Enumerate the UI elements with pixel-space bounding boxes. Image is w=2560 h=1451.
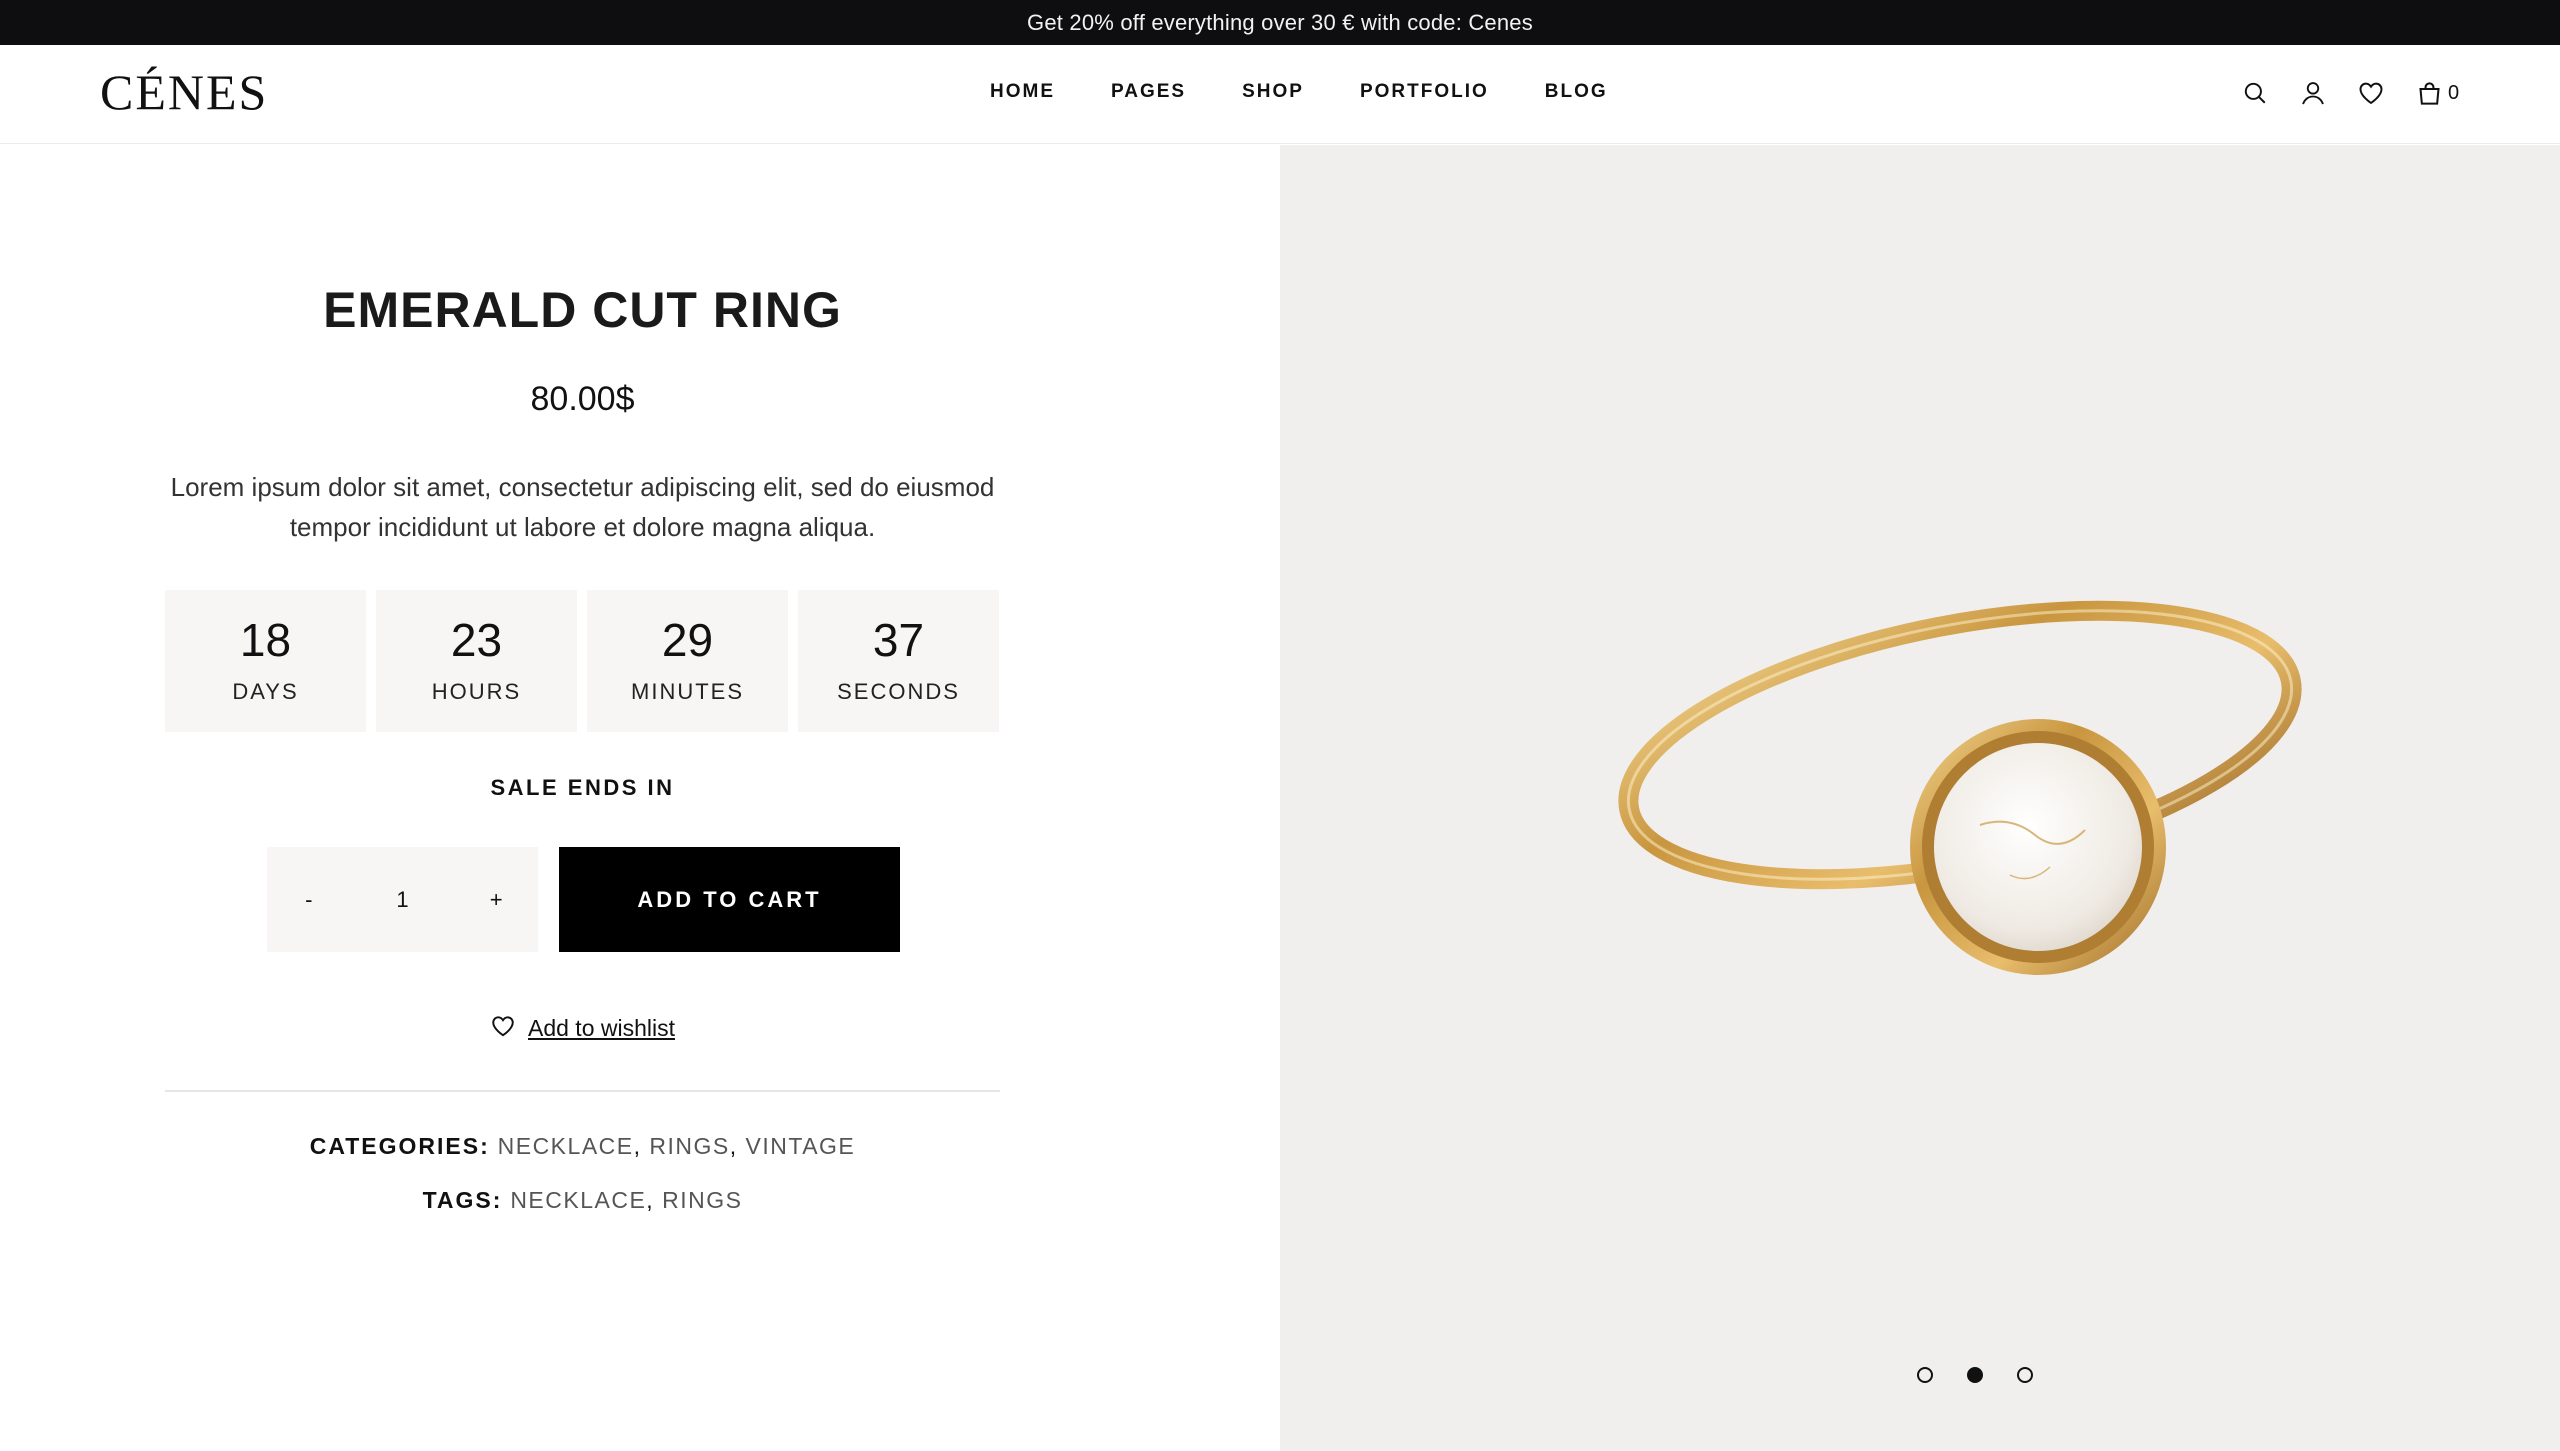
site-logo[interactable]: CÉNES <box>100 63 268 121</box>
search-icon[interactable] <box>2240 78 2270 108</box>
category-link[interactable]: VINTAGE <box>746 1133 856 1159</box>
countdown-minutes: 29 MINUTES <box>587 590 788 732</box>
product-details: EMERALD CUT RING 80.00$ Lorem ipsum dolo… <box>0 145 1280 1451</box>
countdown-label: SECONDS <box>837 679 960 704</box>
countdown-label: HOURS <box>431 679 522 704</box>
carousel-dot[interactable] <box>2017 1367 2033 1383</box>
quantity-increase-button[interactable]: + <box>476 887 516 913</box>
tag-link[interactable]: NECKLACE <box>510 1187 646 1213</box>
heart-icon <box>490 1013 516 1044</box>
sale-countdown: 18 DAYS 23 HOURS 29 MINUTES 37 SECONDS <box>165 590 999 732</box>
quantity-decrease-button[interactable]: - <box>289 887 329 913</box>
product-description: Lorem ipsum dolor sit amet, consectetur … <box>170 472 995 542</box>
product-title: EMERALD CUT RING <box>323 282 842 338</box>
wishlist-label: Add to wishlist <box>527 1015 675 1041</box>
categories-label: CATEGORIES: <box>309 1133 490 1159</box>
product-categories: CATEGORIES: NECKLACE, RINGS, VINTAGE <box>309 1133 856 1159</box>
cart-count: 0 <box>2448 81 2460 104</box>
tag-link[interactable]: RINGS <box>662 1187 742 1213</box>
bag-icon <box>2414 78 2444 108</box>
quantity-stepper: - 1 + <box>267 847 538 952</box>
countdown-value: 23 <box>450 614 503 666</box>
cart-button[interactable]: 0 <box>2414 78 2459 108</box>
site-header: CÉNES HOME PAGES SHOP PORTFOLIO BLOG 0 <box>0 45 2560 144</box>
countdown-value: 29 <box>661 614 714 666</box>
main-nav: HOME PAGES SHOP PORTFOLIO BLOG <box>990 81 1608 103</box>
countdown-days: 18 DAYS <box>165 590 366 732</box>
nav-item-blog[interactable]: BLOG <box>1545 81 1608 103</box>
add-to-cart-button[interactable]: ADD TO CART <box>559 847 900 952</box>
carousel-dot[interactable] <box>1917 1367 1933 1383</box>
countdown-value: 18 <box>239 614 292 666</box>
product-price: 80.00$ <box>530 380 635 418</box>
announcement-bar: Get 20% off everything over 30 € with co… <box>0 0 2560 45</box>
countdown-value: 37 <box>872 614 925 666</box>
carousel-dots <box>1917 1367 2033 1383</box>
countdown-label: MINUTES <box>631 679 744 704</box>
add-to-wishlist-link[interactable]: Add to wishlist <box>0 1013 1165 1044</box>
divider <box>165 1090 1000 1092</box>
product-image <box>1618 600 2302 975</box>
countdown-hours: 23 HOURS <box>376 590 577 732</box>
quantity-input[interactable]: 1 <box>372 887 432 913</box>
header-actions: 0 <box>2240 78 2459 108</box>
countdown-label: DAYS <box>232 679 299 704</box>
nav-item-home[interactable]: HOME <box>990 81 1055 103</box>
heart-icon[interactable] <box>2356 78 2386 108</box>
user-icon[interactable] <box>2298 78 2328 108</box>
nav-item-shop[interactable]: SHOP <box>1242 81 1304 103</box>
category-link[interactable]: RINGS <box>649 1133 729 1159</box>
countdown-seconds: 37 SECONDS <box>798 590 999 732</box>
nav-item-portfolio[interactable]: PORTFOLIO <box>1360 81 1489 103</box>
sale-ends-label: SALE ENDS IN <box>490 775 675 800</box>
category-link[interactable]: NECKLACE <box>498 1133 634 1159</box>
announcement-text: Get 20% off everything over 30 € with co… <box>1027 9 1533 35</box>
nav-item-pages[interactable]: PAGES <box>1111 81 1186 103</box>
tags-label: TAGS: <box>422 1187 503 1213</box>
product-gallery <box>1280 145 2560 1451</box>
carousel-dot-active[interactable] <box>1967 1367 1983 1383</box>
product-tags: TAGS: NECKLACE, RINGS <box>422 1187 743 1213</box>
